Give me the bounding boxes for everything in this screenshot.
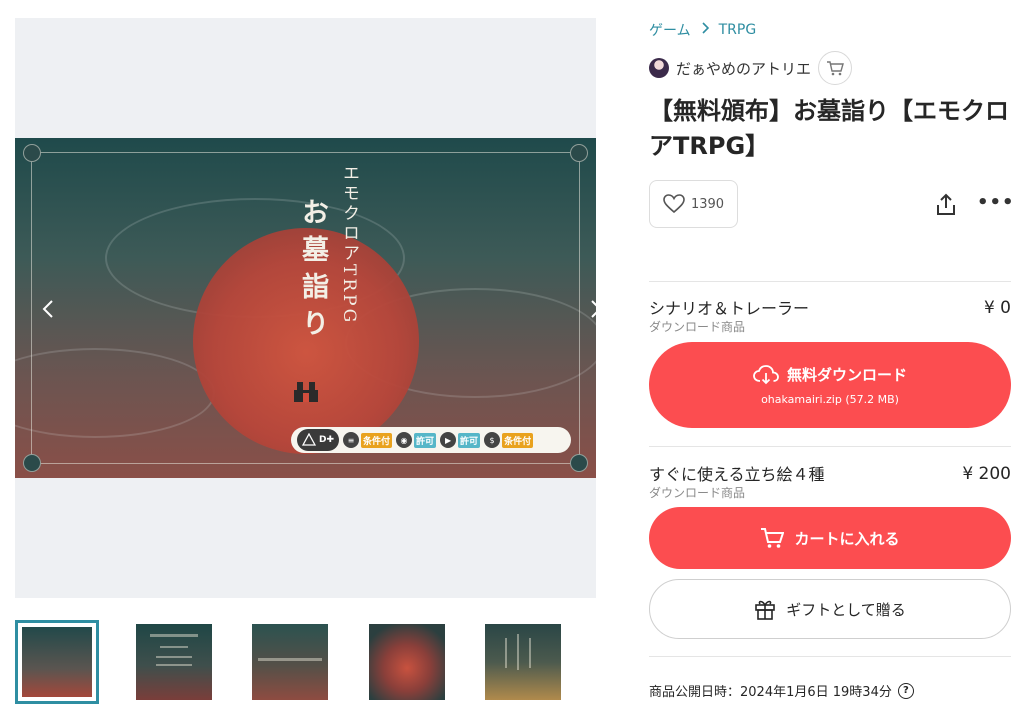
help-icon[interactable]: ? <box>897 682 914 699</box>
download-label: 無料ダウンロード <box>786 366 907 384</box>
license-badge-1: ≡ 条件付 <box>343 430 393 450</box>
hero-title-text: お墓詣り <box>297 198 328 346</box>
thumbnail-3[interactable] <box>248 620 332 704</box>
frame-corner <box>23 454 41 472</box>
item-type: ダウンロード商品 <box>649 320 746 334</box>
commons-label: D✚ <box>319 435 335 445</box>
item-price: ¥ 0 <box>983 298 1011 318</box>
shop-cart-button[interactable] <box>818 51 853 85</box>
license-badge-3: ▶ 許可 <box>440 430 481 450</box>
download-file-info: ohakamairi.zip (57.2 MB) <box>761 393 899 406</box>
product-title: 【無料頒布】お墓詣り【エモクロアTRPG】 <box>649 97 1009 160</box>
gift-label: ギフトとして贈る <box>786 600 906 619</box>
more-icon[interactable]: ••• <box>977 192 1015 213</box>
item-name: すぐに使える立ち絵４種 <box>649 465 825 484</box>
item-price: ¥ 200 <box>962 464 1011 484</box>
frame-corner <box>570 454 588 472</box>
thumbnail-5[interactable] <box>481 620 565 704</box>
publish-date-text: 商品公開日時：2024年1月6日 19時34分 <box>649 685 892 700</box>
cloud-download-icon <box>753 364 779 384</box>
scenario-logo-icon <box>294 382 318 402</box>
shop-info: だぁやめのアトリエ <box>649 51 853 85</box>
coins-icon: $ <box>484 432 501 448</box>
shop-name-link[interactable]: だぁやめのアトリエ <box>676 58 811 79</box>
cart-icon <box>761 528 785 548</box>
item-name: シナリオ＆トレーラー <box>649 299 810 318</box>
item-type: ダウンロード商品 <box>649 486 746 500</box>
divider <box>649 656 1011 657</box>
add-to-cart-button[interactable]: カートに入れる <box>649 507 1011 569</box>
thumbnail-image <box>136 624 212 700</box>
cart-icon <box>827 61 844 76</box>
chevron-right-icon[interactable] <box>581 298 611 328</box>
thumbnail-image <box>22 627 92 697</box>
divider <box>649 446 1011 447</box>
chevron-left-icon[interactable] <box>33 298 63 328</box>
product-info-panel: ゲーム TRPG だぁやめのアトリエ 【無料頒布】お墓詣り【エモクロアTRPG】… <box>649 0 1014 714</box>
breadcrumb-category-link[interactable]: ゲーム <box>649 20 691 40</box>
share-icon[interactable] <box>934 193 958 217</box>
thumbnail-image <box>369 624 445 700</box>
shop-avatar[interactable] <box>649 58 669 78</box>
free-download-button[interactable]: 無料ダウンロード ohakamairi.zip (57.2 MB) <box>649 342 1011 428</box>
thumbnail-image <box>252 624 328 700</box>
publish-date: 商品公開日時：2024年1月6日 19時34分 ? <box>649 681 914 700</box>
cart-label: カートに入れる <box>794 529 900 548</box>
badge-tag: 許可 <box>458 432 481 448</box>
thumbnail-2[interactable] <box>132 620 216 704</box>
license-badge-4: $ 条件付 <box>484 430 534 450</box>
gift-icon <box>755 600 776 620</box>
hero-series-text: エモクロアTRPG <box>339 164 359 326</box>
breadcrumb-subcategory-link[interactable]: TRPG <box>719 22 757 38</box>
image-gallery: エモクロアTRPG お墓詣り D✚ ≡ 条件付 ◉ 許可 ▶ 許可 $ 条件付 <box>15 18 602 598</box>
badge-tag: 条件付 <box>502 432 534 448</box>
breadcrumb: ゲーム TRPG <box>649 20 756 40</box>
commons-logo-icon <box>302 433 316 446</box>
thumbnail-image <box>485 624 561 700</box>
disc-icon: ◉ <box>396 432 413 448</box>
frame-corner <box>23 144 41 162</box>
document-icon: ≡ <box>343 432 360 448</box>
badge-tag: 条件付 <box>361 432 393 448</box>
chevron-right-icon <box>701 22 709 38</box>
divider <box>649 281 1011 282</box>
badge-tag: 許可 <box>414 432 437 448</box>
license-badge-2: ◉ 許可 <box>396 430 437 450</box>
like-button[interactable]: 1390 <box>649 180 738 228</box>
thumbnail-1[interactable] <box>15 620 99 704</box>
heart-icon <box>663 194 685 214</box>
main-product-image[interactable]: エモクロアTRPG お墓詣り D✚ ≡ 条件付 ◉ 許可 ▶ 許可 $ 条件付 <box>15 138 596 478</box>
video-icon: ▶ <box>440 432 457 448</box>
gift-button[interactable]: ギフトとして贈る <box>649 579 1011 639</box>
commons-badge: D✚ <box>297 429 340 451</box>
license-badges: D✚ ≡ 条件付 ◉ 許可 ▶ 許可 $ 条件付 <box>291 427 571 453</box>
like-count: 1390 <box>690 196 725 212</box>
thumbnail-4[interactable] <box>365 620 449 704</box>
frame-corner <box>570 144 588 162</box>
